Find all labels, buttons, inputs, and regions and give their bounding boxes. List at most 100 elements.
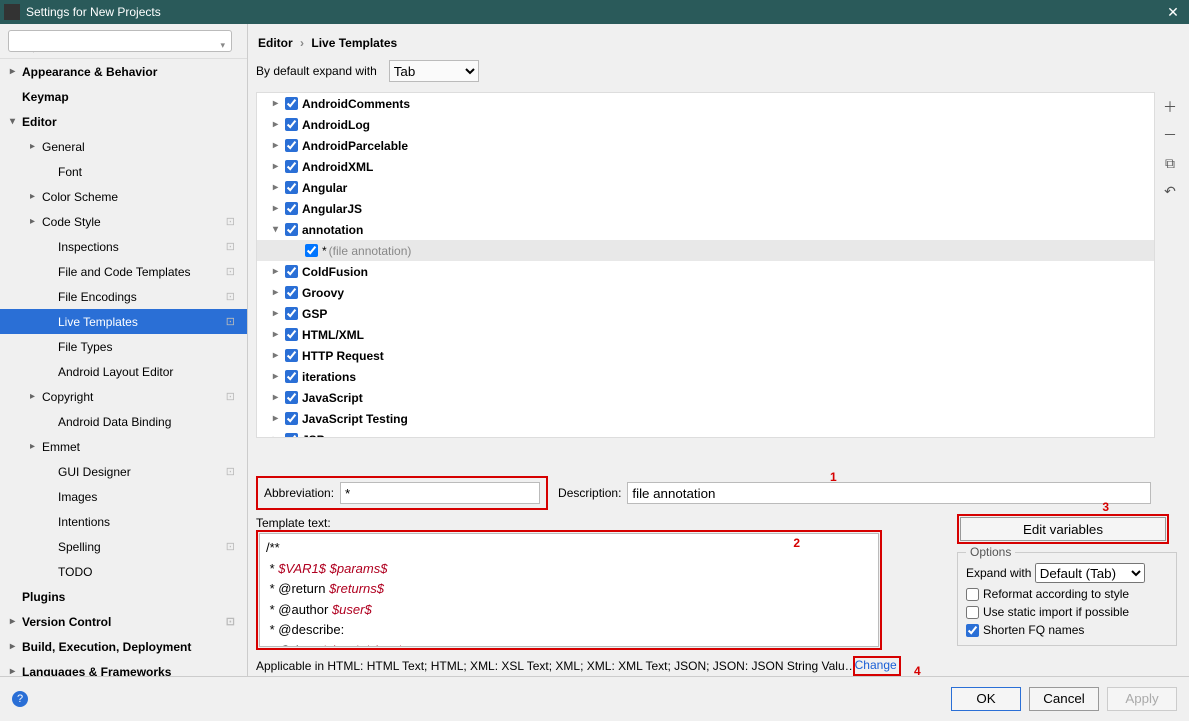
template-group[interactable]: ▸ColdFusion: [257, 261, 1154, 282]
sidebar-item[interactable]: ▸Copyright⊡: [0, 384, 247, 409]
opt-static-checkbox[interactable]: [966, 606, 979, 619]
sidebar-item[interactable]: ▾Editor: [0, 109, 247, 134]
sidebar-item[interactable]: ▸Code Style⊡: [0, 209, 247, 234]
expand-select[interactable]: Tab: [389, 60, 479, 82]
opt-shorten-checkbox[interactable]: [966, 624, 979, 637]
settings-sidebar: 🔍 ▾ ▸Appearance & BehaviorKeymap▾Editor▸…: [0, 24, 248, 676]
remove-icon[interactable]: －: [1161, 126, 1179, 144]
template-group[interactable]: ▸JavaScript Testing: [257, 408, 1154, 429]
template-group[interactable]: ▸ GSP: [257, 303, 1154, 324]
change-link[interactable]: Change: [855, 658, 897, 672]
group-checkbox[interactable]: [285, 433, 298, 438]
sidebar-item[interactable]: Android Data Binding: [0, 409, 247, 434]
sidebar-item[interactable]: File and Code Templates⊡: [0, 259, 247, 284]
sidebar-item[interactable]: Font: [0, 159, 247, 184]
sidebar-item[interactable]: ▸Version Control⊡: [0, 609, 247, 634]
sidebar-item[interactable]: Spelling⊡: [0, 534, 247, 559]
scope-icon: ⊡: [226, 240, 235, 253]
opt-reformat-checkbox[interactable]: [966, 588, 979, 601]
leaf-checkbox[interactable]: [305, 244, 318, 257]
chevron-icon: ▸: [273, 308, 285, 319]
group-label: GSP: [302, 307, 327, 321]
template-group[interactable]: ▸Groovy: [257, 282, 1154, 303]
group-checkbox[interactable]: [285, 202, 298, 215]
template-group[interactable]: ▸AngularJS: [257, 198, 1154, 219]
template-group[interactable]: ▾annotation: [257, 219, 1154, 240]
sidebar-item-label: Color Scheme: [42, 190, 118, 204]
template-group[interactable]: ▸AndroidXML: [257, 156, 1154, 177]
sidebar-item[interactable]: Intentions: [0, 509, 247, 534]
chevron-icon: ▸: [273, 434, 285, 438]
sidebar-item[interactable]: Android Layout Editor: [0, 359, 247, 384]
group-checkbox[interactable]: [285, 307, 298, 320]
sidebar-item[interactable]: ▸General: [0, 134, 247, 159]
search-input[interactable]: [8, 30, 232, 52]
template-group[interactable]: ▸iterations: [257, 366, 1154, 387]
sidebar-item[interactable]: ▸Languages & Frameworks: [0, 659, 247, 676]
template-group[interactable]: ▸AndroidLog: [257, 114, 1154, 135]
group-checkbox[interactable]: [285, 286, 298, 299]
group-checkbox[interactable]: [285, 160, 298, 173]
sidebar-item[interactable]: TODO: [0, 559, 247, 584]
group-checkbox[interactable]: [285, 328, 298, 341]
add-icon[interactable]: ＋: [1161, 98, 1179, 116]
chevron-icon: ▾: [10, 116, 22, 127]
close-icon[interactable]: ✕: [1161, 4, 1185, 21]
scope-icon: ⊡: [226, 315, 235, 328]
sidebar-item[interactable]: Plugins: [0, 584, 247, 609]
template-leaf[interactable]: * (file annotation): [257, 240, 1154, 261]
template-group[interactable]: ▸JSP: [257, 429, 1154, 438]
group-checkbox[interactable]: [285, 181, 298, 194]
template-group[interactable]: ▸HTML/XML: [257, 324, 1154, 345]
chevron-icon: ▸: [10, 66, 22, 77]
group-checkbox[interactable]: [285, 223, 298, 236]
sidebar-item[interactable]: Keymap: [0, 84, 247, 109]
breadcrumb-parent[interactable]: Editor: [258, 36, 293, 50]
help-icon[interactable]: ?: [12, 691, 28, 707]
expand-with-select[interactable]: Default (Tab): [1035, 563, 1145, 583]
description-input[interactable]: [627, 482, 1151, 504]
sidebar-item-label: TODO: [58, 565, 92, 579]
chevron-icon: ▸: [30, 216, 42, 227]
cancel-button[interactable]: Cancel: [1029, 687, 1099, 711]
sidebar-item[interactable]: Live Templates⊡: [0, 309, 247, 334]
sidebar-item[interactable]: File Types: [0, 334, 247, 359]
group-checkbox[interactable]: [285, 391, 298, 404]
sidebar-item[interactable]: GUI Designer⊡: [0, 459, 247, 484]
copy-icon[interactable]: ⧉: [1161, 154, 1179, 172]
group-label: AngularJS: [302, 202, 362, 216]
chevron-icon: ▸: [273, 350, 285, 361]
sidebar-item[interactable]: ▸Color Scheme: [0, 184, 247, 209]
abbreviation-input[interactable]: [340, 482, 540, 504]
template-text-input[interactable]: /** * $VAR1$ $params$ * @return $returns…: [259, 533, 879, 647]
template-group[interactable]: ▸Angular: [257, 177, 1154, 198]
sidebar-item[interactable]: ▸Appearance & Behavior: [0, 59, 247, 84]
group-checkbox[interactable]: [285, 412, 298, 425]
sidebar-item-label: Editor: [22, 115, 57, 129]
group-checkbox[interactable]: [285, 349, 298, 362]
scope-icon: ⊡: [226, 390, 235, 403]
group-checkbox[interactable]: [285, 118, 298, 131]
ok-button[interactable]: OK: [951, 687, 1021, 711]
sidebar-item[interactable]: Inspections⊡: [0, 234, 247, 259]
sidebar-item-label: Build, Execution, Deployment: [22, 640, 191, 654]
group-checkbox[interactable]: [285, 97, 298, 110]
template-group[interactable]: ▸HTTP Request: [257, 345, 1154, 366]
revert-icon[interactable]: ↶: [1161, 182, 1179, 200]
sidebar-item[interactable]: ▸Build, Execution, Deployment: [0, 634, 247, 659]
sidebar-item[interactable]: Images: [0, 484, 247, 509]
group-checkbox[interactable]: [285, 265, 298, 278]
edit-variables-button[interactable]: Edit variables: [960, 517, 1166, 541]
sidebar-item-label: File Encodings: [58, 290, 137, 304]
group-checkbox[interactable]: [285, 139, 298, 152]
dropdown-icon[interactable]: ▾: [220, 40, 225, 51]
group-checkbox[interactable]: [285, 370, 298, 383]
template-group[interactable]: ▸AndroidComments: [257, 93, 1154, 114]
chevron-icon: ▸: [273, 119, 285, 130]
sidebar-item[interactable]: ▸Emmet: [0, 434, 247, 459]
chevron-icon: ▸: [30, 441, 42, 452]
template-group[interactable]: ▸AndroidParcelable: [257, 135, 1154, 156]
template-group[interactable]: ▸JavaScript: [257, 387, 1154, 408]
template-groups[interactable]: ▸AndroidComments▸AndroidLog▸AndroidParce…: [256, 92, 1155, 438]
sidebar-item[interactable]: File Encodings⊡: [0, 284, 247, 309]
